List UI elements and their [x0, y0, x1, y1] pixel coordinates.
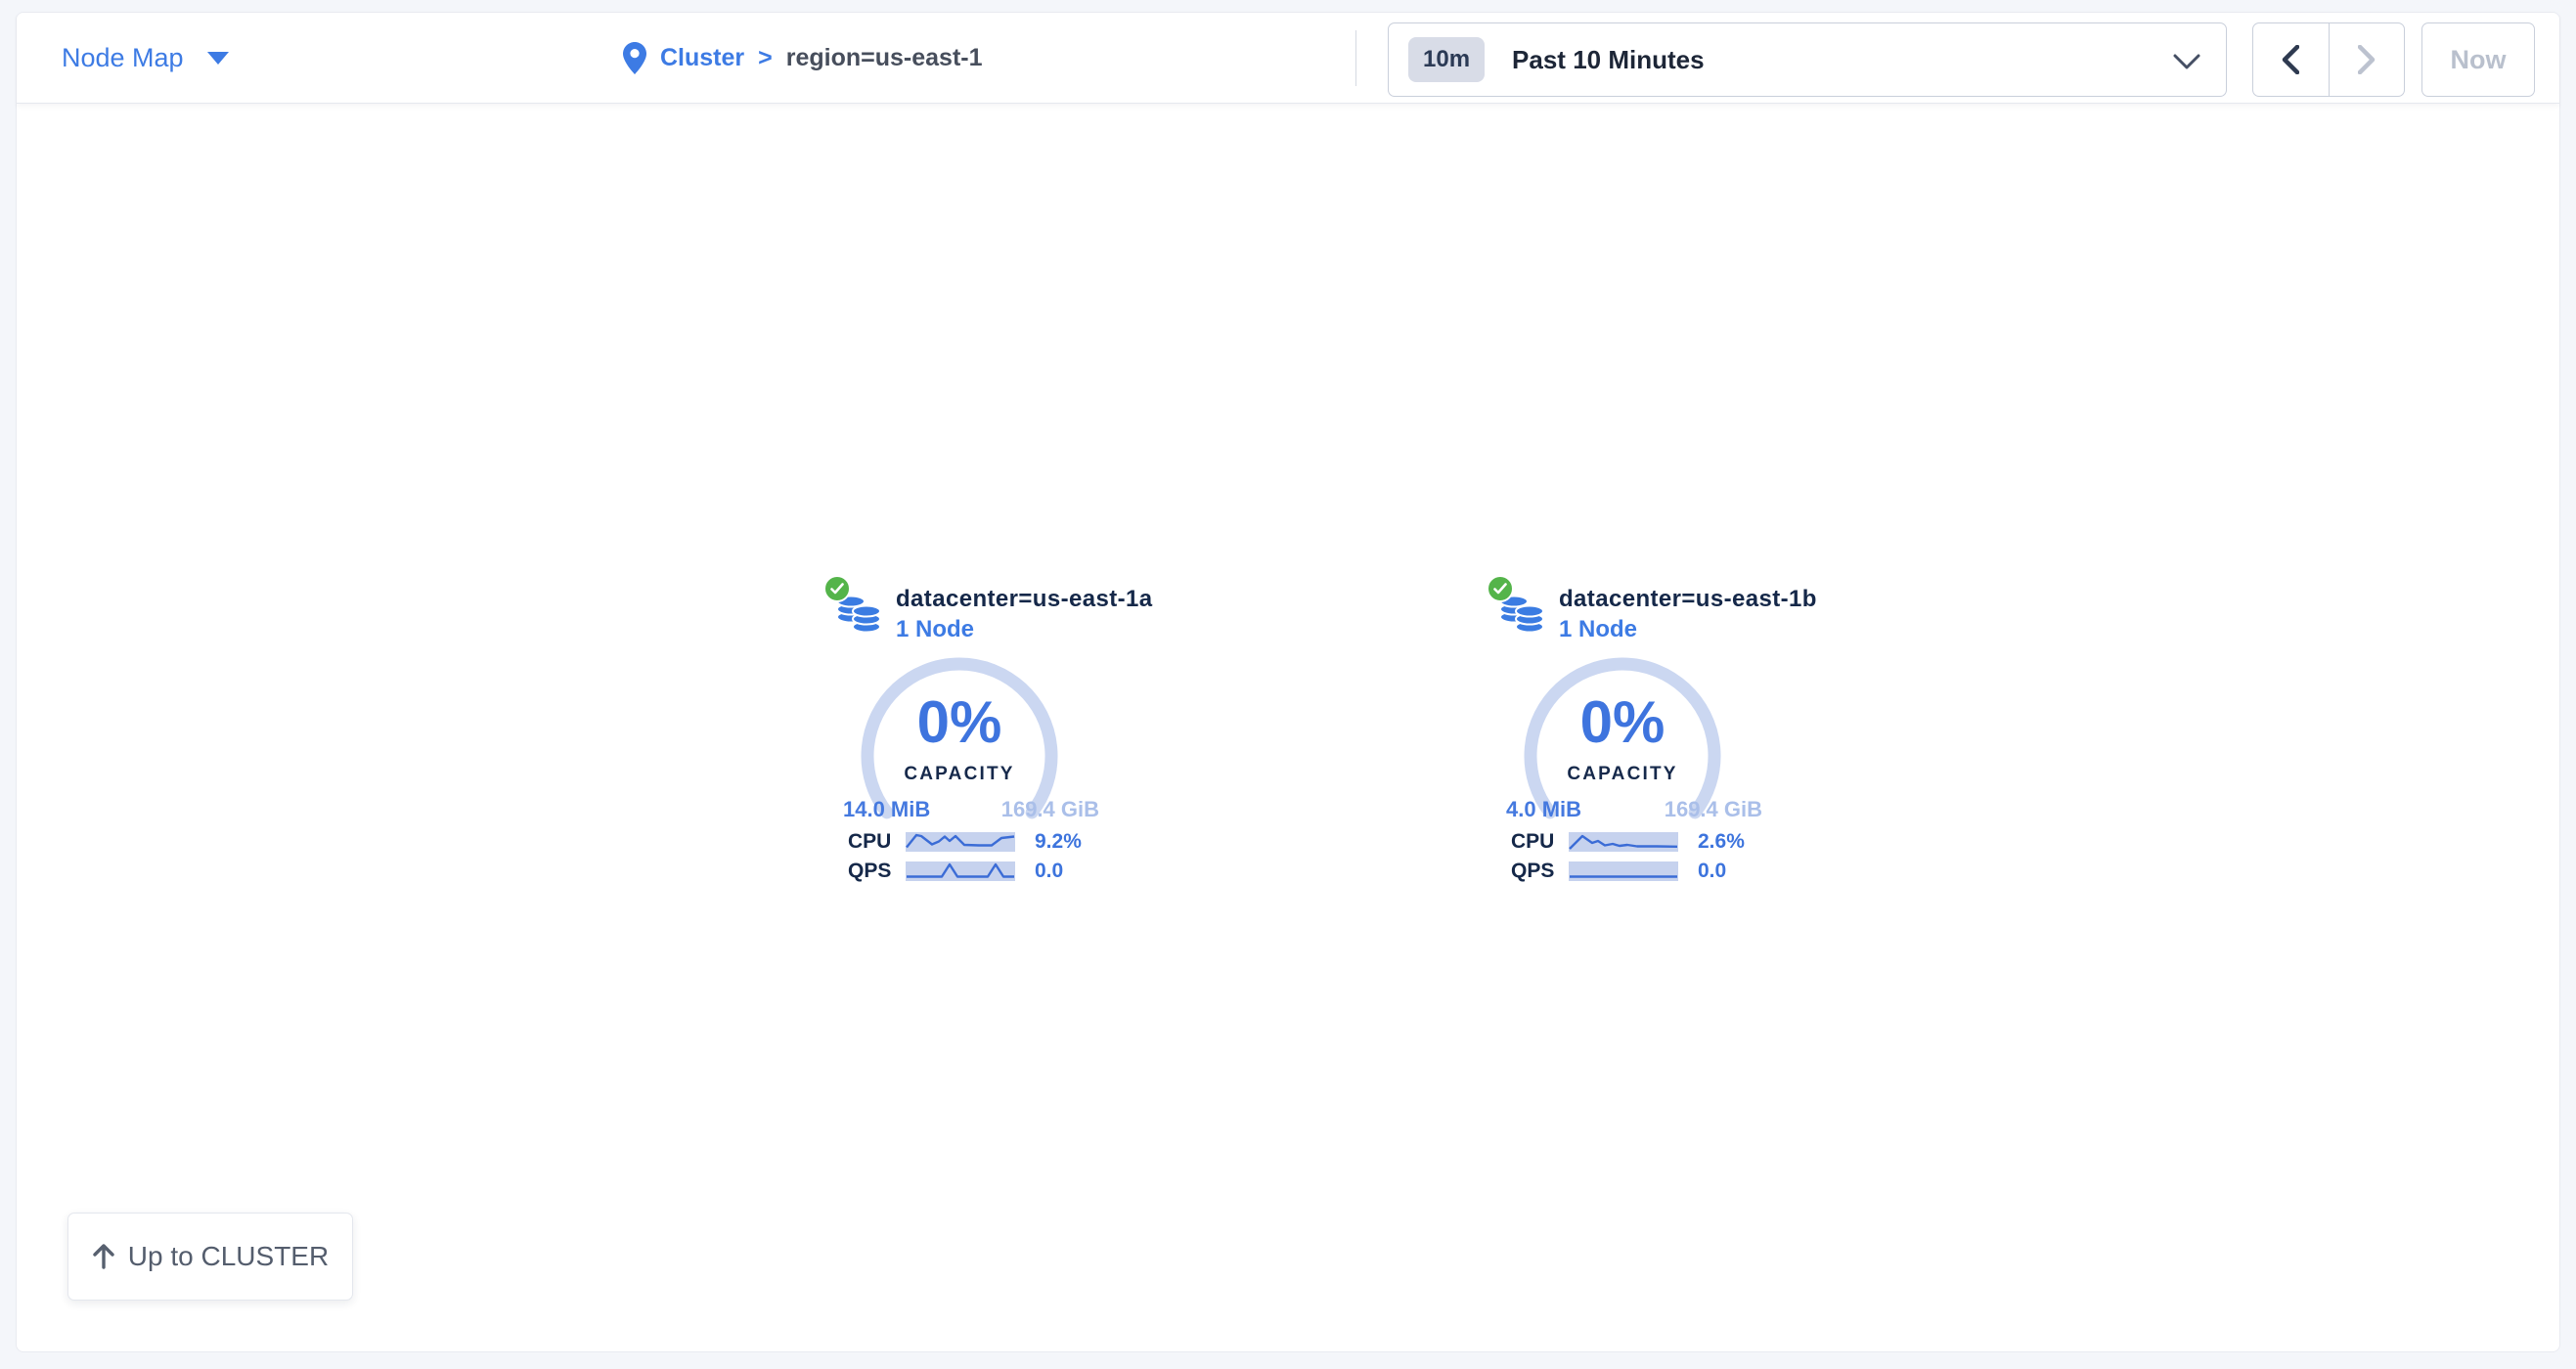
view-mode-label: Node Map — [62, 43, 184, 73]
cpu-sparkline — [906, 832, 1015, 852]
qps-sparkline — [906, 861, 1015, 881]
up-to-cluster-label: Up to CLUSTER — [128, 1241, 329, 1272]
cpu-metric-row: CPU 9.2% — [848, 830, 1082, 854]
breadcrumb-separator: > — [758, 44, 773, 72]
time-window-label: Past 10 Minutes — [1512, 45, 1705, 75]
capacity-used: 14.0 MiB — [843, 797, 930, 822]
location-pin-icon — [623, 42, 646, 74]
time-window-dropdown[interactable]: 10m Past 10 Minutes — [1388, 22, 2227, 97]
qps-value: 0.0 — [1698, 860, 1726, 883]
header-bar: Node Map Cluster > region=us-east-1 10m … — [17, 13, 2559, 104]
capacity-total: 169.4 GiB — [1665, 797, 1762, 822]
cpu-value: 9.2% — [1035, 830, 1082, 854]
now-button[interactable]: Now — [2421, 22, 2535, 97]
capacity-label: CAPACITY — [859, 764, 1060, 785]
cpu-label: CPU — [848, 830, 906, 854]
capacity-gauge-arc — [1522, 655, 1723, 857]
capacity-used: 4.0 MiB — [1506, 797, 1581, 822]
datacenter-node-count: 1 Node — [896, 616, 974, 643]
time-next-button[interactable] — [2330, 23, 2405, 96]
qps-metric-row: QPS 0.0 — [1511, 860, 1726, 883]
arrow-up-icon — [92, 1244, 115, 1269]
cpu-metric-row: CPU 2.6% — [1511, 830, 1745, 854]
up-to-cluster-button[interactable]: Up to CLUSTER — [67, 1213, 353, 1301]
cpu-value: 2.6% — [1698, 830, 1745, 854]
header-divider — [1355, 30, 1356, 86]
capacity-percentage: 0% — [859, 693, 1060, 752]
now-button-label: Now — [2451, 45, 2507, 75]
capacity-values-row: 4.0 MiB 169.4 GiB — [1506, 797, 1762, 822]
cpu-sparkline — [1569, 832, 1678, 852]
qps-value: 0.0 — [1035, 860, 1063, 883]
datacenter-node-count: 1 Node — [1559, 616, 1637, 643]
datacenter-us-east-1a[interactable]: datacenter=us-east-1a 1 Node 0% CAPACITY… — [822, 573, 1116, 905]
datacenter-title: datacenter=us-east-1a — [896, 586, 1153, 613]
view-mode-selector[interactable]: Node Map — [62, 13, 229, 103]
caret-down-icon — [207, 52, 229, 65]
time-prev-button[interactable] — [2253, 23, 2330, 96]
node-map-panel: Node Map Cluster > region=us-east-1 10m … — [16, 12, 2560, 1352]
capacity-label: CAPACITY — [1522, 764, 1723, 785]
qps-sparkline — [1569, 861, 1678, 881]
time-nav-button-group — [2252, 22, 2405, 97]
capacity-percentage: 0% — [1522, 693, 1723, 752]
chevron-down-icon — [2173, 54, 2200, 74]
cpu-label: CPU — [1511, 830, 1569, 854]
status-ok-icon — [823, 575, 851, 602]
datacenter-title: datacenter=us-east-1b — [1559, 586, 1817, 613]
time-window-badge: 10m — [1408, 37, 1485, 82]
chevron-right-icon — [2358, 45, 2376, 74]
breadcrumb: Cluster > region=us-east-1 — [623, 13, 983, 103]
capacity-gauge-arc — [859, 655, 1060, 857]
breadcrumb-cluster-link[interactable]: Cluster — [660, 44, 744, 72]
breadcrumb-current: region=us-east-1 — [786, 44, 983, 72]
chevron-left-icon — [2282, 45, 2299, 74]
qps-metric-row: QPS 0.0 — [848, 860, 1063, 883]
status-ok-icon — [1487, 575, 1514, 602]
qps-label: QPS — [848, 860, 906, 883]
capacity-total: 169.4 GiB — [1001, 797, 1099, 822]
qps-label: QPS — [1511, 860, 1569, 883]
capacity-values-row: 14.0 MiB 169.4 GiB — [843, 797, 1099, 822]
datacenter-us-east-1b[interactable]: datacenter=us-east-1b 1 Node 0% CAPACITY… — [1486, 573, 1779, 905]
